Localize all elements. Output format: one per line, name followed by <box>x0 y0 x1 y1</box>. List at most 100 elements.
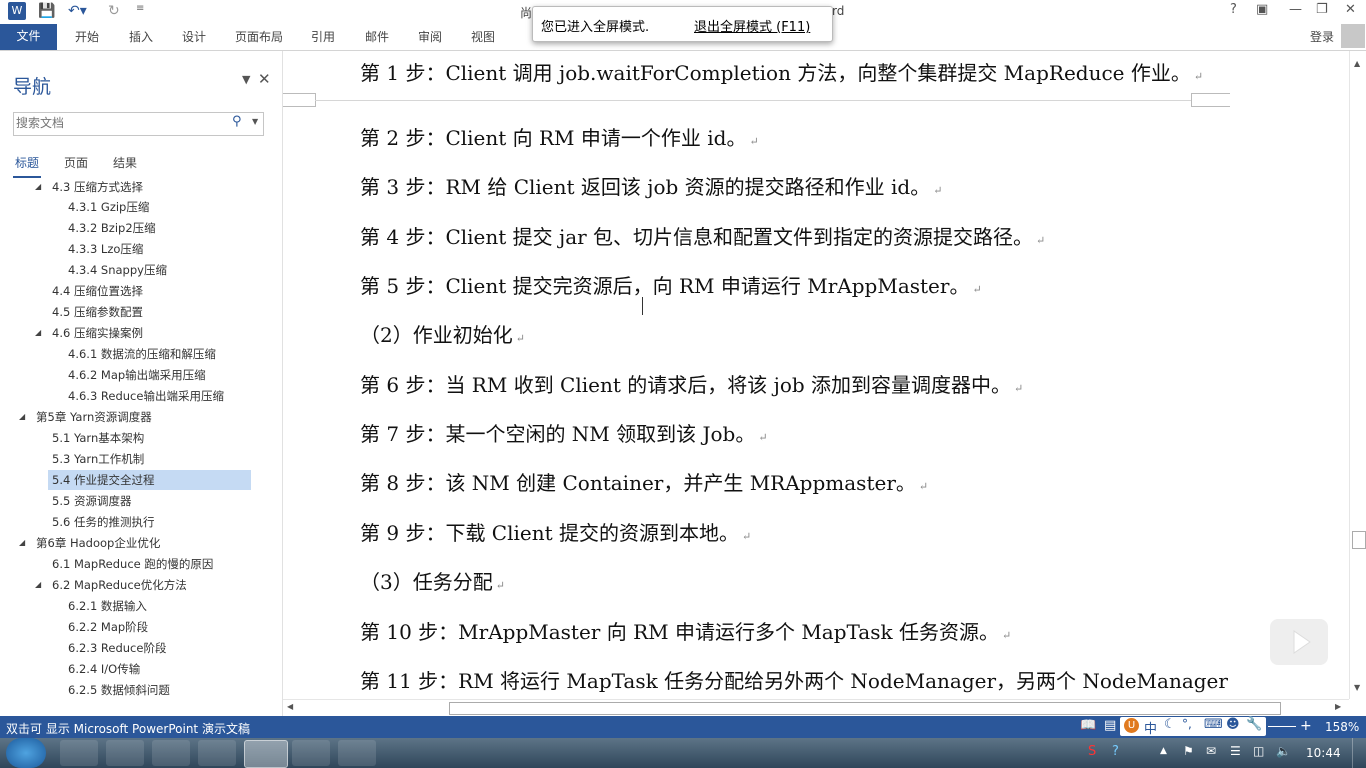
tree-item[interactable]: 4.6.2 Map输出端采用压缩 <box>68 365 206 385</box>
ribbon-display-options-icon[interactable]: ▣ <box>1256 2 1268 17</box>
window-taskbar-icon[interactable] <box>338 740 376 766</box>
scroll-up-icon[interactable]: ▲ <box>1354 59 1360 68</box>
nav-tab-headings[interactable]: 标题 <box>15 154 39 171</box>
tree-item[interactable]: 6.2.4 I/O传输 <box>68 659 140 679</box>
zoom-slider-track[interactable] <box>1268 726 1296 727</box>
zoom-level[interactable]: 158% <box>1325 720 1359 734</box>
collapse-icon[interactable]: ◢ <box>35 177 41 197</box>
tab-layout[interactable]: 页面布局 <box>235 28 283 45</box>
tree-item[interactable]: 4.6.3 Reduce输出端采用压缩 <box>68 386 224 406</box>
collapse-icon[interactable]: ◢ <box>35 323 41 343</box>
doc-paragraph[interactable]: 第 1 步：Client 调用 job.waitForCompletion 方法… <box>360 57 1203 86</box>
tree-item-selected[interactable]: 5.4 作业提交全过程 <box>48 470 251 490</box>
tree-item[interactable]: 6.2.3 Reduce阶段 <box>68 638 166 658</box>
doc-paragraph[interactable]: 第 11 步：RM 将运行 MapTask 任务分配给另外两个 NodeMana… <box>360 665 1228 694</box>
tab-review[interactable]: 审阅 <box>418 28 442 45</box>
search-dropdown-icon[interactable]: ▼ <box>252 117 258 126</box>
search-icon[interactable]: ⚲ <box>232 114 242 129</box>
punctuation-icon[interactable]: °, <box>1182 717 1192 731</box>
tree-item[interactable]: 5.6 任务的推测执行 <box>52 512 154 532</box>
tree-item[interactable]: ◢ 第5章 Yarn资源调度器 <box>19 407 260 427</box>
tree-item[interactable]: ◢ 4.6 压缩实操案例 <box>35 323 256 343</box>
tree-item[interactable]: 4.4 压缩位置选择 <box>52 281 143 301</box>
moon-icon[interactable]: ☾ <box>1164 717 1176 732</box>
search-input[interactable] <box>16 115 228 131</box>
vertical-scroll-thumb[interactable] <box>1352 531 1366 549</box>
undo-icon[interactable]: ↶▾ <box>68 3 87 19</box>
help-button[interactable]: ? <box>1230 2 1237 17</box>
collapse-icon[interactable]: ◢ <box>19 533 25 553</box>
tree-item[interactable]: 6.2.1 数据输入 <box>68 596 147 616</box>
help-tray-icon[interactable]: ? <box>1112 744 1119 759</box>
tree-item[interactable]: 4.6.1 数据流的压缩和解压缩 <box>68 344 216 364</box>
app-taskbar-icon[interactable] <box>152 740 190 766</box>
tab-file[interactable]: 文件 <box>0 24 57 50</box>
scroll-right-icon[interactable]: ▶ <box>1335 702 1341 711</box>
tray-icon[interactable]: ⚑ <box>1183 744 1194 758</box>
tree-item[interactable]: 6.2.2 Map阶段 <box>68 617 148 637</box>
tray-expand-icon[interactable]: ▲ <box>1160 746 1167 756</box>
network-icon[interactable]: ◫ <box>1253 744 1264 758</box>
tree-item[interactable]: 5.1 Yarn基本架构 <box>52 428 144 448</box>
collapse-icon[interactable]: ◢ <box>19 407 25 427</box>
tab-references[interactable]: 引用 <box>311 28 335 45</box>
avatar[interactable] <box>1341 24 1365 48</box>
volume-icon[interactable]: 🔈 <box>1276 744 1291 758</box>
explorer-taskbar-icon[interactable] <box>60 740 98 766</box>
doc-paragraph[interactable]: 第 3 步：RM 给 Client 返回该 job 资源的提交路径和作业 id。… <box>360 171 942 200</box>
vertical-scrollbar[interactable]: ▲ ▼ <box>1349 51 1366 699</box>
nav-close-icon[interactable]: ✕ <box>258 70 271 88</box>
tree-item[interactable]: 4.3.1 Gzip压缩 <box>68 197 149 217</box>
doc-paragraph[interactable]: 第 5 步：Client 提交完资源后，向 RM 申请运行 MrAppMaste… <box>360 270 982 299</box>
notes-taskbar-icon[interactable] <box>198 740 236 766</box>
tray-icon[interactable]: ☰ <box>1230 744 1241 758</box>
doc-paragraph[interactable]: 第 9 步：下载 Client 提交的资源到本地。 ↵ <box>360 517 751 546</box>
tab-view[interactable]: 视图 <box>471 28 495 45</box>
redo-icon[interactable]: ↻ <box>108 3 120 19</box>
user-icon[interactable]: ☻ <box>1226 717 1240 732</box>
minimize-button[interactable]: — <box>1289 2 1302 17</box>
clock[interactable]: 10:44 <box>1306 746 1341 760</box>
show-desktop-button[interactable] <box>1352 738 1366 768</box>
horizontal-scroll-thumb[interactable] <box>449 702 1281 715</box>
scroll-down-icon[interactable]: ▼ <box>1354 683 1360 692</box>
chrome-taskbar-icon[interactable] <box>106 740 144 766</box>
horizontal-scrollbar[interactable]: ◀ ▶ <box>283 699 1349 717</box>
close-button[interactable]: ✕ <box>1345 2 1356 17</box>
save-icon[interactable]: 💾 <box>38 3 55 19</box>
tree-item[interactable]: 4.3.3 Lzo压缩 <box>68 239 143 259</box>
tree-item[interactable]: 4.3.2 Bzip2压缩 <box>68 218 156 238</box>
tree-item[interactable]: ◢ 第6章 Hadoop企业优化 <box>19 533 260 553</box>
play-overlay[interactable] <box>1270 619 1328 665</box>
restore-button[interactable]: ❐ <box>1316 2 1328 17</box>
doc-subheading[interactable]: （3）任务分配 ↵ <box>360 566 505 595</box>
ime-logo-icon[interactable]: U <box>1124 718 1139 733</box>
sogou-tray-icon[interactable]: S <box>1088 744 1096 759</box>
doc-paragraph[interactable]: 第 7 步：某一个空闲的 NM 领取到该 Job。 ↵ <box>360 418 768 447</box>
settings-taskbar-icon[interactable] <box>292 740 330 766</box>
exit-fullscreen-link[interactable]: 退出全屏模式 (F11) <box>694 16 810 35</box>
document-area[interactable]: 第 1 步：Client 调用 job.waitForCompletion 方法… <box>283 51 1349 699</box>
tab-design[interactable]: 设计 <box>182 28 206 45</box>
collapse-icon[interactable]: ◢ <box>35 575 41 595</box>
tree-item[interactable]: 6.2.5 数据倾斜问题 <box>68 680 170 700</box>
tree-item[interactable]: 5.3 Yarn工作机制 <box>52 449 144 469</box>
tree-item[interactable]: 4.5 压缩参数配置 <box>52 302 143 322</box>
scroll-left-icon[interactable]: ◀ <box>287 702 293 711</box>
tray-icon[interactable]: ✉ <box>1206 744 1216 758</box>
tab-home[interactable]: 开始 <box>75 28 99 45</box>
nav-options-icon[interactable]: ▼ <box>242 73 250 86</box>
zoom-in-icon[interactable]: + <box>1300 718 1312 734</box>
doc-paragraph[interactable]: 第 8 步：该 NM 创建 Container，并产生 MRAppmaster。… <box>360 467 928 496</box>
doc-paragraph[interactable]: 第 4 步：Client 提交 jar 包、切片信息和配置文件到指定的资源提交路… <box>360 221 1045 250</box>
read-mode-icon[interactable]: 📖 <box>1080 718 1096 733</box>
tree-item[interactable]: ◢ 6.2 MapReduce优化方法 <box>35 575 256 595</box>
tree-item[interactable]: 6.1 MapReduce 跑的慢的原因 <box>52 554 213 574</box>
tab-mailings[interactable]: 邮件 <box>365 28 389 45</box>
ime-mode[interactable]: 中 <box>1144 718 1157 737</box>
tree-item[interactable]: ◢ 4.3 压缩方式选择 <box>35 177 256 197</box>
nav-tab-pages[interactable]: 页面 <box>64 154 88 171</box>
sign-in-link[interactable]: 登录 <box>1310 28 1334 45</box>
settings-icon[interactable]: 🔧 <box>1246 717 1262 732</box>
print-layout-icon[interactable]: ▤ <box>1104 718 1116 733</box>
